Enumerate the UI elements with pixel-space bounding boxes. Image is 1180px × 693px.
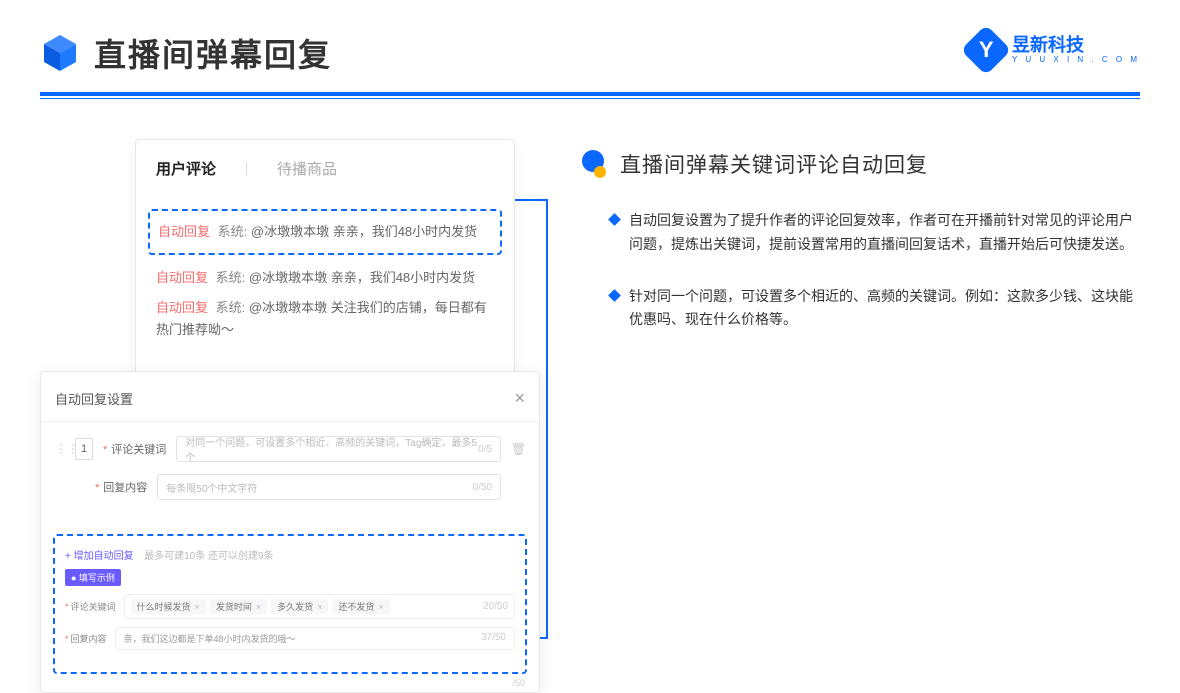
tag-remove-icon[interactable]: ×: [378, 602, 383, 612]
section-title: 直播间弹幕关键词评论自动回复: [620, 149, 928, 179]
ex-keyword-label: 评论关键词: [65, 600, 116, 613]
tag-remove-icon[interactable]: ×: [195, 602, 200, 612]
keyword-input[interactable]: 对同一个问题，可设置多个相近、高频的关键词，Tag确定，最多5个 0/5: [176, 436, 501, 462]
system-label: 系统:: [216, 300, 246, 315]
content-counter: 0/50: [473, 482, 492, 493]
ex-keyword-input[interactable]: 什么时候发货× 发货时间× 多久发货× 还不发货× 20/50: [124, 594, 515, 619]
panel-footer-counter: /50: [512, 678, 525, 688]
tab-pending-products[interactable]: 待播商品: [277, 158, 337, 179]
content-label: 回复内容: [95, 479, 147, 495]
tab-divider: [246, 162, 247, 176]
example-badge: ● 填写示例: [65, 569, 121, 586]
brand-icon: Y: [961, 25, 1012, 76]
brand-logo: Y 昱新科技 Y U U X I N . C O M: [968, 32, 1140, 68]
ex-content-counter: 37/50: [481, 632, 506, 645]
rule-index: 1: [75, 438, 93, 460]
add-hint: 最多可建10条 还可以创建9条: [144, 551, 273, 562]
close-icon[interactable]: ×: [514, 388, 525, 409]
tag-chip: 还不发货×: [332, 599, 389, 614]
ex-content-input[interactable]: 亲，我们这边都是下单48小时内发货的哦～ 37/50: [115, 627, 515, 650]
drag-handle-icon[interactable]: ⋮⋮: [55, 442, 65, 456]
delete-icon[interactable]: 🗑: [511, 442, 525, 456]
ex-content-label: 回复内容: [65, 632, 107, 645]
input-placeholder: 每条限50个中文字符: [166, 480, 257, 495]
highlighted-comment: 自动回复 系统: @冰墩墩本墩 亲亲，我们48小时内发货: [148, 209, 502, 255]
comment-text: @冰墩墩本墩 亲亲，我们48小时内发货: [249, 270, 475, 285]
system-label: 系统:: [218, 224, 248, 239]
comment-text: @冰墩墩本墩 亲亲，我们48小时内发货: [251, 224, 477, 239]
input-placeholder: 对同一个问题，可设置多个相近、高频的关键词，Tag确定，最多5个: [185, 434, 478, 464]
tag-remove-icon[interactable]: ×: [256, 602, 261, 612]
add-auto-reply-link[interactable]: + 增加自动回复: [65, 547, 134, 562]
settings-title: 自动回复设置: [55, 389, 133, 408]
tag-chip: 多久发货×: [271, 599, 328, 614]
auto-reply-tag: 自动回复: [156, 270, 208, 285]
header-divider-thick: [40, 92, 1140, 96]
bullet-text: 自动回复设置为了提升作者的评论回复效率，作者可在开播前针对常见的评论用户问题，提…: [629, 209, 1140, 257]
comment-card: 用户评论 待播商品 自动回复 系统: @冰墩墩本墩 亲亲，我们48小时内发货 自…: [135, 139, 515, 382]
example-box: + 增加自动回复 最多可建10条 还可以创建9条 ● 填写示例 评论关键词 什么…: [53, 534, 527, 674]
tag-remove-icon[interactable]: ×: [317, 602, 322, 612]
diamond-bullet-icon: [608, 213, 621, 226]
diamond-bullet-icon: [608, 289, 621, 302]
ex-keyword-counter: 20/50: [483, 601, 508, 612]
auto-reply-tag: 自动回复: [156, 300, 208, 315]
brand-domain: Y U U X I N . C O M: [1012, 55, 1140, 64]
keyword-counter: 0/5: [478, 444, 492, 455]
tag-chip: 什么时候发货×: [131, 599, 206, 614]
ex-content-text: 亲，我们这边都是下单48小时内发货的哦～: [124, 632, 296, 645]
tag-chip: 发货时间×: [210, 599, 267, 614]
auto-reply-settings-panel: 自动回复设置 × ⋮⋮ 1 评论关键词 对同一个问题，可设置多个相近、高频的关键…: [40, 371, 540, 693]
page-title: 直播间弹幕回复: [94, 30, 332, 76]
tab-user-comments[interactable]: 用户评论: [156, 158, 216, 179]
brand-name: 昱新科技: [1012, 36, 1140, 55]
content-input[interactable]: 每条限50个中文字符 0/50: [157, 474, 501, 500]
bubble-icon: [580, 150, 608, 178]
system-label: 系统:: [216, 270, 246, 285]
connector-line: [546, 199, 548, 639]
keyword-label: 评论关键词: [103, 441, 166, 457]
bullet-text: 针对同一个问题，可设置多个相近的、高频的关键词。例如：这款多少钱、这块能优惠吗、…: [629, 285, 1140, 333]
auto-reply-tag: 自动回复: [158, 224, 210, 239]
cube-icon: [40, 33, 80, 73]
